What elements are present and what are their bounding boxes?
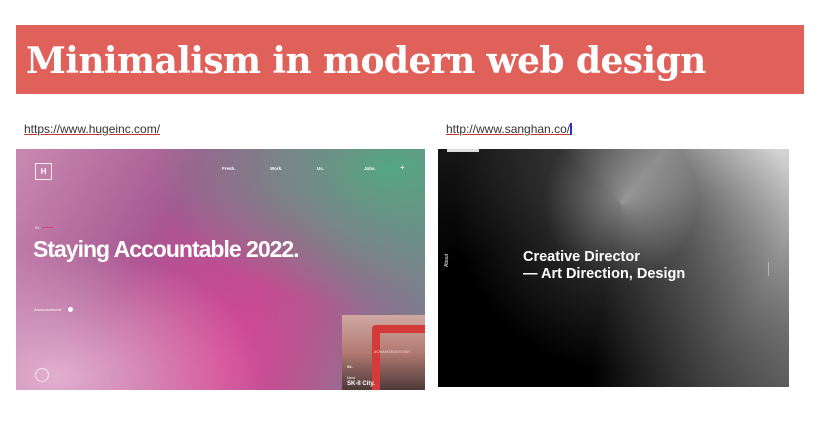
plus-icon: + [400, 163, 405, 172]
headline-line-2: — Art Direction, Design [523, 266, 686, 282]
title-banner: Minimalism in modern web design [16, 25, 804, 94]
thumb-index: 02. [347, 364, 353, 369]
thumb-title: SK-II City. [347, 381, 375, 387]
hero-headline: Staying Accountable 2022. [33, 236, 300, 262]
side-marker [768, 262, 773, 276]
hero-headline-right: Creative Director — Art Direction, Desig… [523, 249, 685, 283]
text-cursor [570, 123, 573, 135]
nav-work: Work. [270, 166, 283, 171]
nav-us: Us. [317, 166, 325, 171]
screenshot-hugeinc: H Fresh. Work. Us. Jobs. + 01. Staying A… [16, 149, 425, 390]
link-sanghan-text[interactable]: http://www.sanghan.co/ [446, 122, 570, 136]
h-logo-icon: H [35, 163, 52, 180]
scroll-circle-icon [35, 368, 49, 382]
thumb-banner: #CHANGEDESTINY [374, 349, 411, 354]
announcement-label: Announcement [34, 307, 61, 312]
headline-line-1: Creative Director [523, 249, 640, 265]
arch-graphic [372, 325, 425, 390]
about-side-label: About [444, 253, 450, 267]
link-sanghan[interactable]: http://www.sanghan.co/ [446, 122, 573, 136]
accent-dash [42, 227, 54, 228]
nav-fresh: Fresh. [222, 166, 236, 171]
slide-index: 01. [35, 225, 41, 230]
arrow-icon [68, 307, 73, 312]
screenshot-sanghan: Creative Director — Art Direction, Desig… [438, 149, 789, 387]
corner-tag [447, 149, 479, 152]
thumb-next-label: Next [347, 375, 356, 380]
next-slide-thumbnail: #CHANGEDESTINY 02. Next SK-II City. [342, 315, 425, 390]
nav-jobs: Jobs. [364, 166, 376, 171]
page-title: Minimalism in modern web design [26, 40, 706, 82]
link-hugeinc[interactable]: https://www.hugeinc.com/ [24, 122, 160, 136]
